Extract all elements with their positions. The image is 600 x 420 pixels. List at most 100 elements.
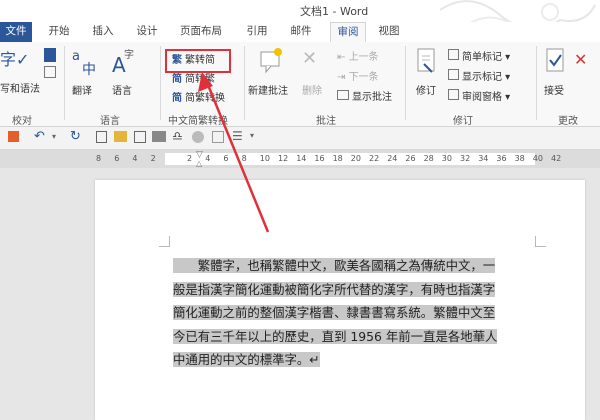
new-comment-button[interactable]: 新建批注 (248, 82, 288, 97)
simp-to-trad-label: 简转繁 (185, 74, 215, 85)
table-icon[interactable] (212, 131, 224, 143)
conversion-button[interactable]: 简简繁转换 (172, 89, 225, 104)
group-label-tracking: 修订 (453, 116, 473, 127)
show-markup-icon (448, 69, 459, 80)
tab-layout[interactable]: 页面布局 (174, 22, 228, 42)
document-page[interactable]: 繁體字，也稱繁體中文，歐美各國稱之為傳統中文，一 般是指漢字簡化運動被簡化字所代… (95, 180, 585, 420)
track-changes-icon[interactable] (414, 46, 440, 78)
print-icon[interactable] (152, 131, 166, 142)
spelling-icon[interactable]: 字✓ (0, 46, 29, 70)
ruler-tick-label: 10 (259, 154, 270, 163)
tab-insert[interactable]: 插入 (86, 22, 120, 42)
save-icon[interactable] (8, 131, 19, 142)
thesaurus-icon[interactable] (44, 48, 56, 62)
group-label-language: 语言 (100, 116, 120, 127)
simple-markup-dropdown[interactable]: 简单标记 ▾ (448, 48, 510, 63)
ruler-tick-label: 26 (405, 154, 416, 163)
tab-home[interactable]: 开始 (42, 22, 76, 42)
conversion-icon: 简 (172, 93, 182, 104)
conversion-label: 简繁转换 (185, 93, 225, 104)
line-1-text: 繁體字，也稱繁體中文，歐美各國稱之為傳統中文，一 (173, 258, 496, 273)
ruler-tick-label: 34 (478, 154, 489, 163)
ruler-tick-label: 14 (296, 154, 307, 163)
line-4-text: 今已有三千年以上的歷史，直到 1956 年前一直是各地華人 (173, 328, 498, 344)
ruler-tick-label: 18 (332, 154, 343, 163)
group-divider (536, 46, 537, 120)
language-icon[interactable]: A 字 (108, 46, 138, 78)
simp-to-trad-icon: 简 (172, 74, 182, 85)
svg-text:中: 中 (82, 62, 96, 78)
group-label-chinese: 中文简繁转换 (168, 116, 228, 127)
show-markup-dropdown[interactable]: 显示标记 ▾ (448, 68, 510, 83)
tab-review[interactable]: 审阅 (330, 22, 366, 44)
customize-toolbar-icon[interactable]: ▾ (250, 131, 254, 140)
paragraph-line-1: 繁體字，也稱繁體中文，歐美各國稱之為傳統中文，一 (173, 254, 545, 278)
simple-markup-icon (448, 49, 459, 60)
paragraph-line-4: 今已有三千年以上的歷史，直到 1956 年前一直是各地華人 (173, 325, 545, 349)
translate-button[interactable]: 翻译 (72, 82, 92, 97)
group-label-proofing: 校对 (12, 116, 32, 127)
accept-icon[interactable] (544, 46, 568, 78)
accept-button[interactable]: 接受 (544, 82, 564, 97)
show-comments-button[interactable]: 显示批注 (337, 88, 392, 103)
new-comment-icon[interactable] (258, 46, 284, 76)
svg-text:字: 字 (124, 48, 134, 61)
undo-icon[interactable]: ↶ (34, 129, 45, 144)
show-markup-label: 显示标记 (462, 72, 502, 83)
ruler-tick-label: 8 (241, 154, 247, 163)
reviewing-pane-dropdown[interactable]: 审阅窗格 ▾ (448, 88, 510, 103)
line-3-text: 簡化運動之前的整個漢字楷書、隸書書寫系統。繁體中文至 (173, 305, 496, 320)
ruler-tick-label: 8 (96, 154, 102, 163)
paragraph-line-5: 中通用的中文的標準字。↵ (173, 348, 545, 372)
ruler-tick-label: 12 (278, 154, 289, 163)
title-bar: 文档1 - Word (0, 0, 600, 45)
group-divider (64, 46, 65, 120)
hanging-indent-icon[interactable]: △ (196, 159, 202, 168)
find-icon[interactable]: ♎ (172, 129, 183, 143)
reject-icon[interactable]: ✕ (574, 50, 587, 69)
undo-dropdown-icon[interactable]: ▾ (52, 132, 56, 141)
highlight-rectangle (165, 49, 231, 73)
word-count-icon[interactable] (44, 66, 56, 78)
ruler-tick-label: 22 (369, 154, 380, 163)
print-preview-icon[interactable] (134, 131, 146, 143)
quick-access-toolbar: ↶ ▾ ↻ ♎ ☰ ▾ (0, 127, 600, 150)
line-5-text: 中通用的中文的標準字。↵ (173, 352, 320, 367)
ruler-tick-label: 42 (551, 154, 562, 163)
open-icon[interactable] (114, 131, 127, 142)
document-body[interactable]: 繁體字，也稱繁體中文，歐美各國稱之為傳統中文，一 般是指漢字簡化運動被簡化字所代… (173, 254, 545, 372)
previous-comment-label: 上一条 (348, 52, 379, 63)
ruler-tick-label: 32 (460, 154, 471, 163)
repeat-icon[interactable]: ↻ (70, 129, 81, 144)
ruler-tick-label: 20 (350, 154, 361, 163)
track-changes-button[interactable]: 修订 (416, 82, 436, 97)
tab-references[interactable]: 引用 (240, 22, 274, 42)
ruler-tick-label: 28 (423, 154, 434, 163)
ruler-tick-label: 6 (114, 154, 120, 163)
ruler-tick-label: 24 (387, 154, 398, 163)
tab-file[interactable]: 文件 (0, 22, 32, 42)
translate-icon[interactable]: a 中 (70, 46, 106, 78)
line-2-text: 般是指漢字簡化運動被簡化字所代替的漢字，有時也指漢字 (173, 281, 496, 297)
ruler-tick-label: 30 (441, 154, 452, 163)
spelling-grammar-button[interactable]: 写和语法 (0, 80, 40, 95)
ruler-tick-label: 2 (150, 154, 156, 163)
group-divider (405, 46, 406, 120)
new-document-icon[interactable] (96, 131, 107, 143)
ruler-tick-label: 36 (496, 154, 507, 163)
delete-comment-icon[interactable]: ✕ (302, 48, 317, 69)
margin-corner-top-right (535, 236, 546, 247)
tab-mailings[interactable]: 邮件 (284, 22, 318, 42)
language-button[interactable]: 语言 (112, 82, 132, 97)
next-comment-button[interactable]: ⇥ 下一条 (337, 68, 379, 83)
delete-comment-button[interactable]: 删除 (302, 82, 322, 97)
circle-icon[interactable] (192, 131, 204, 143)
show-comments-icon (337, 90, 349, 100)
list-icon[interactable]: ☰ (232, 129, 243, 143)
ruler-tick-label: 16 (314, 154, 325, 163)
tab-view[interactable]: 视图 (372, 22, 406, 42)
previous-comment-button[interactable]: ⇤ 上一条 (337, 48, 379, 63)
horizontal-ruler[interactable]: 8 6 4 2 2 4 6 8 10 12 14 16 18 20 22 24 26 28 30 32 34 36 38 40… (0, 150, 600, 168)
tab-design[interactable]: 设计 (130, 22, 164, 42)
margin-corner-top-left (159, 236, 170, 247)
